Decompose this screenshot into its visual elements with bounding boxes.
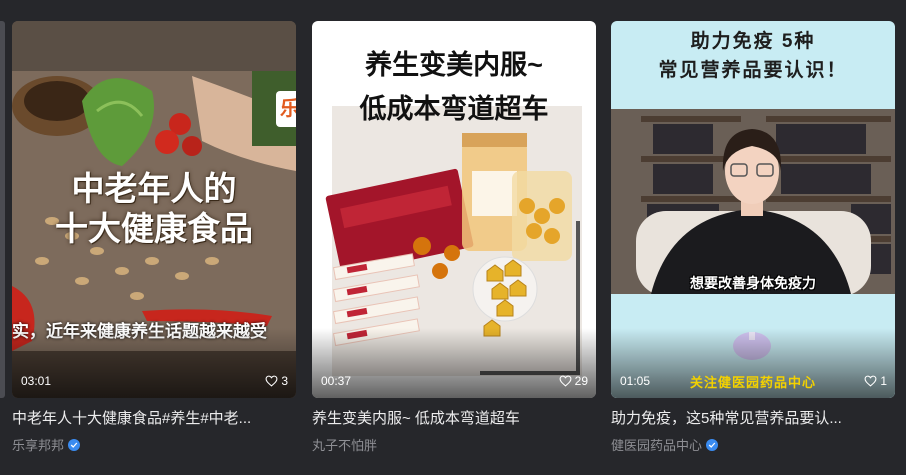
heart-icon bbox=[265, 375, 278, 387]
video-title[interactable]: 助力免疫，这5种常见营养品要认... bbox=[611, 409, 895, 429]
author-name[interactable]: 丸子不怕胖 bbox=[312, 435, 596, 454]
like-count-value: 29 bbox=[574, 374, 588, 388]
like-count-value: 3 bbox=[281, 374, 288, 388]
thumbnail-headline: 助力免疫 5种 常见营养品要认识！ bbox=[611, 27, 895, 85]
verified-icon bbox=[706, 438, 719, 451]
author-name-text: 乐享邦邦 bbox=[12, 438, 65, 453]
like-count-value: 1 bbox=[880, 374, 887, 388]
headline-line-2: 十大健康食品 bbox=[55, 210, 253, 247]
headline-line-2: 常见营养品要认识！ bbox=[658, 60, 848, 81]
video-title[interactable]: 养生变美内服~ 低成本弯道超车 bbox=[312, 409, 596, 429]
previous-card-edge bbox=[0, 21, 5, 398]
video-title[interactable]: 中老年人十大健康食品#养生#中老... bbox=[12, 409, 296, 429]
side-tag: 乐 bbox=[276, 91, 296, 127]
video-duration: 00:37 bbox=[321, 374, 352, 388]
video-card-2[interactable]: 养生变美内服~ 低成本弯道超车 00:37 29 养生变美内服~ 低成本弯道超车… bbox=[312, 21, 596, 454]
author-name-text: 丸子不怕胖 bbox=[312, 438, 378, 453]
author-name[interactable]: 乐享邦邦 bbox=[12, 435, 296, 454]
thumbnail-headline: 养生变美内服~ 低成本弯道超车 bbox=[312, 43, 596, 131]
headline-line-1: 养生变美内服~ bbox=[365, 50, 543, 80]
heart-icon bbox=[864, 375, 877, 387]
thumbnail-footer: 关注健医园药品中心 bbox=[689, 375, 816, 390]
headline-line-2: 低成本弯道超车 bbox=[359, 94, 549, 124]
video-duration: 01:05 bbox=[620, 374, 651, 388]
video-thumbnail[interactable]: 养生变美内服~ 低成本弯道超车 00:37 29 bbox=[312, 21, 596, 398]
headline-line-1: 中老年人的 bbox=[71, 170, 237, 207]
thumbnail-gradient bbox=[12, 328, 296, 398]
heart-icon bbox=[559, 375, 572, 387]
thumbnail-gradient bbox=[312, 328, 596, 398]
author-name[interactable]: 健医园药品中心 bbox=[611, 435, 895, 454]
video-card-1[interactable]: 中老年人的 十大健康食品 乐 实，近年来健康养生话题越来越受 03:01 3 中… bbox=[12, 21, 296, 454]
video-thumbnail[interactable]: 中老年人的 十大健康食品 乐 实，近年来健康养生话题越来越受 03:01 3 bbox=[12, 21, 296, 398]
video-duration: 03:01 bbox=[21, 374, 52, 388]
like-count: 29 bbox=[559, 374, 588, 388]
verified-icon bbox=[68, 438, 81, 451]
video-card-3[interactable]: 助力免疫 5种 常见营养品要认识！ 想要改善身体免疫力 关注健医园药品中心 01… bbox=[611, 21, 895, 454]
headline-line-1: 助力免疫 5种 bbox=[690, 31, 816, 52]
like-count: 3 bbox=[265, 374, 288, 388]
like-count: 1 bbox=[864, 374, 887, 388]
author-name-text: 健医园药品中心 bbox=[611, 438, 703, 453]
thumbnail-headline: 中老年人的 十大健康食品 bbox=[12, 169, 296, 249]
thumbnail-caption: 想要改善身体免疫力 bbox=[690, 275, 816, 291]
video-thumbnail[interactable]: 助力免疫 5种 常见营养品要认识！ 想要改善身体免疫力 关注健医园药品中心 01… bbox=[611, 21, 895, 398]
